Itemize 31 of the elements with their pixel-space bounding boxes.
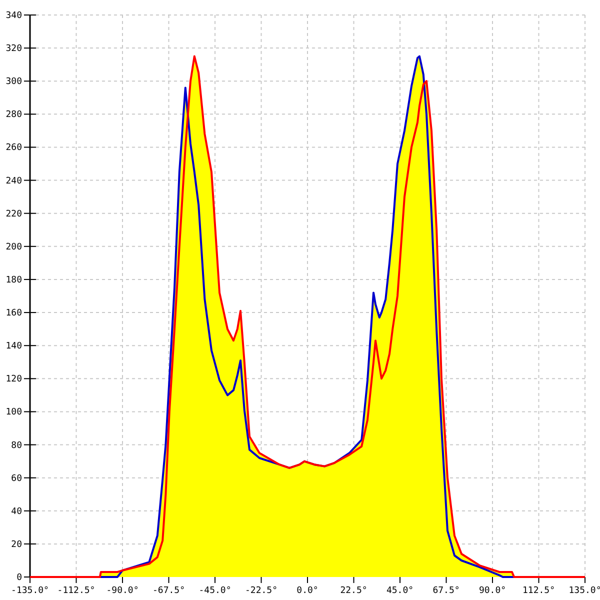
- axis-label: 280: [6, 110, 22, 120]
- axis-label: 45.0°: [386, 586, 414, 596]
- axis-label: 180: [6, 275, 22, 286]
- axis-label: 240: [6, 176, 22, 186]
- axis-label: -45.0°: [198, 586, 232, 596]
- axis-label: 160: [6, 308, 22, 319]
- axis-label: -22.5°: [245, 586, 278, 596]
- axis-label: 67.5°: [432, 586, 460, 596]
- axis-label: 0: [16, 573, 22, 583]
- axis-label: 0.0°: [296, 586, 318, 596]
- axis-label: 340: [6, 11, 22, 21]
- axis-label: 320: [6, 44, 22, 54]
- axis-label: -90.0°: [106, 586, 139, 596]
- axis-label: 100: [6, 408, 22, 418]
- axis-label: 112.5°: [522, 586, 555, 596]
- axis-label: 20: [11, 540, 22, 550]
- axis-label: 260: [6, 143, 22, 154]
- axis-label: 60: [11, 474, 22, 484]
- axis-label: 140: [6, 342, 22, 352]
- axis-label: -135.0°: [11, 586, 49, 596]
- axis-label: 220: [6, 209, 22, 220]
- axis-label: -67.5°: [152, 586, 185, 596]
- axis-label: 200: [6, 242, 22, 252]
- axis-label: 300: [6, 77, 22, 88]
- axis-label: 80: [11, 440, 22, 451]
- axis-label: 135.0°: [568, 586, 600, 596]
- axis-label: 40: [11, 506, 22, 517]
- axis-label: -112.5°: [57, 586, 96, 596]
- axis-label: 22.5°: [340, 586, 368, 596]
- axis-label: 120: [6, 374, 22, 385]
- axis-label: 90.0°: [478, 586, 506, 596]
